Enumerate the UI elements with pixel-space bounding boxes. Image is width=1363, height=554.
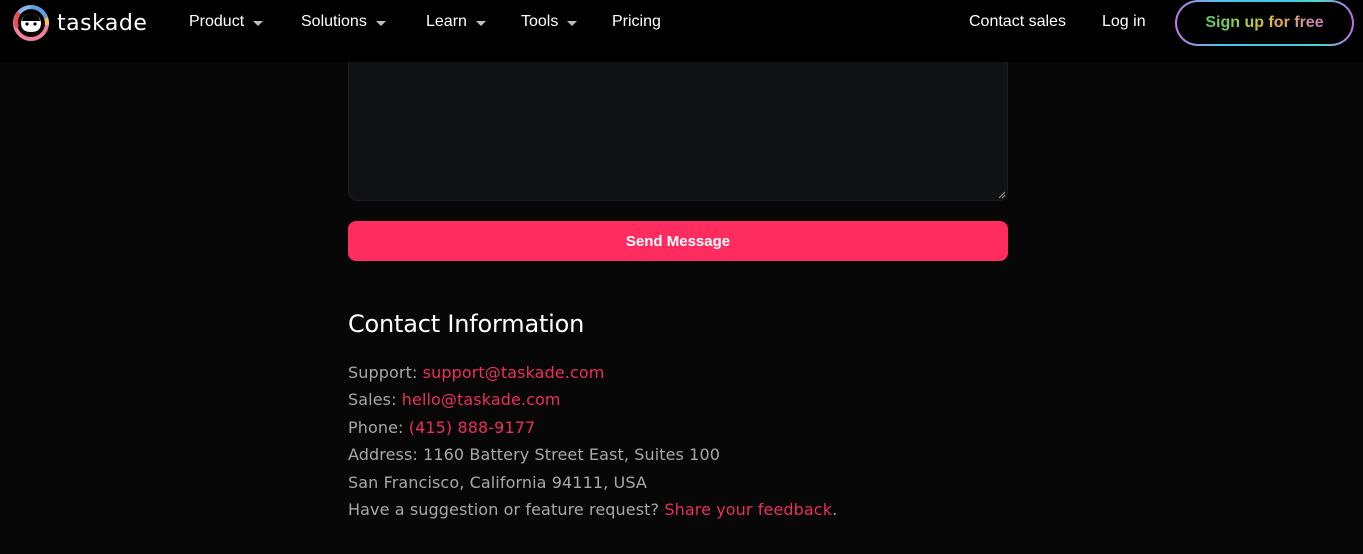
support-email-link[interactable]: support@taskade.com bbox=[423, 363, 605, 382]
login-link[interactable]: Log in bbox=[1102, 13, 1146, 31]
nav-pricing[interactable]: Pricing bbox=[612, 13, 661, 31]
feedback-prompt: Have a suggestion or feature request? bbox=[348, 500, 665, 519]
send-message-button[interactable]: Send Message bbox=[348, 221, 1008, 261]
nav-pricing-label: Pricing bbox=[612, 13, 661, 30]
support-label: Support: bbox=[348, 363, 423, 382]
sales-label: Sales: bbox=[348, 390, 402, 409]
chevron-down-icon bbox=[253, 20, 264, 26]
phone-label: Phone: bbox=[348, 418, 409, 437]
nav-product[interactable]: Product bbox=[189, 13, 264, 31]
sales-email-link[interactable]: hello@taskade.com bbox=[402, 390, 561, 409]
top-navbar: taskade Product Solutions Learn Tools Pr… bbox=[0, 0, 1363, 62]
share-feedback-link[interactable]: Share your feedback bbox=[664, 500, 832, 519]
taskade-logo-icon bbox=[13, 5, 49, 41]
nav-tools[interactable]: Tools bbox=[521, 13, 578, 31]
chevron-down-icon bbox=[375, 20, 386, 26]
signup-button[interactable]: Sign up for free bbox=[1175, 0, 1354, 46]
sales-line: Sales: hello@taskade.com bbox=[348, 390, 561, 409]
resize-handle-icon[interactable] bbox=[998, 191, 1006, 199]
phone-line: Phone: (415) 888-9177 bbox=[348, 418, 535, 437]
chevron-down-icon bbox=[475, 20, 486, 26]
signup-button-inner: Sign up for free bbox=[1177, 2, 1352, 44]
chevron-down-icon bbox=[567, 20, 578, 26]
logo-text: taskade bbox=[57, 10, 148, 36]
message-textarea[interactable] bbox=[348, 62, 1008, 201]
support-line: Support: support@taskade.com bbox=[348, 363, 604, 382]
address-line-2: San Francisco, California 94111, USA bbox=[348, 473, 647, 492]
nav-learn[interactable]: Learn bbox=[426, 13, 486, 31]
nav-solutions[interactable]: Solutions bbox=[301, 13, 386, 31]
nav-learn-label: Learn bbox=[426, 13, 467, 30]
nav-solutions-label: Solutions bbox=[301, 13, 367, 30]
taskade-logo[interactable]: taskade bbox=[13, 5, 147, 41]
nav-tools-label: Tools bbox=[521, 13, 559, 30]
signup-button-label: Sign up for free bbox=[1205, 14, 1324, 31]
address-line-1: Address: 1160 Battery Street East, Suite… bbox=[348, 445, 721, 464]
phone-link[interactable]: (415) 888-9177 bbox=[409, 418, 536, 437]
contact-info-heading: Contact Information bbox=[348, 310, 585, 338]
nav-product-label: Product bbox=[189, 13, 245, 30]
feedback-line: Have a suggestion or feature request? Sh… bbox=[348, 500, 837, 519]
contact-sales-link[interactable]: Contact sales bbox=[969, 13, 1066, 31]
feedback-suffix: . bbox=[832, 500, 838, 519]
